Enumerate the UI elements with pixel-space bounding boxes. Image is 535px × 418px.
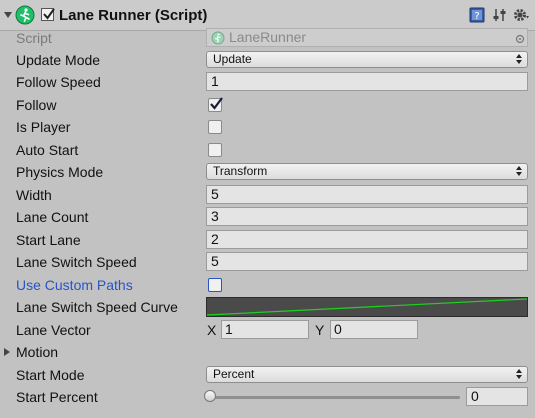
gear-icon[interactable] xyxy=(512,6,530,24)
start-lane-label[interactable]: Start Lane xyxy=(16,232,81,248)
row-width: Width 5 xyxy=(0,184,535,206)
curve-line xyxy=(207,298,527,316)
follow-speed-input[interactable]: 1 xyxy=(206,72,528,91)
dropdown-arrows-icon xyxy=(516,166,522,176)
lane-count-input[interactable]: 3 xyxy=(206,207,528,226)
start-percent-slider-track[interactable] xyxy=(210,396,460,399)
physics-mode-value: Transform xyxy=(213,164,268,178)
follow-speed-label[interactable]: Follow Speed xyxy=(16,74,101,90)
help-book-icon[interactable]: ? xyxy=(468,6,486,24)
is-player-label: Is Player xyxy=(16,119,71,135)
start-percent-label: Start Percent xyxy=(16,389,98,405)
curve-preview xyxy=(207,298,527,316)
width-label[interactable]: Width xyxy=(16,187,52,203)
script-asset-icon xyxy=(211,31,225,45)
foldout-collapsed-icon[interactable] xyxy=(4,348,10,356)
component-title: Lane Runner (Script) xyxy=(59,7,208,24)
lane-runner-script-icon xyxy=(15,5,35,25)
row-motion[interactable]: Motion xyxy=(0,341,535,363)
dropdown-arrows-icon xyxy=(516,54,522,64)
physics-mode-dropdown[interactable]: Transform xyxy=(206,163,528,180)
row-auto-start: Auto Start xyxy=(0,139,535,161)
foldout-expanded-icon[interactable] xyxy=(4,12,12,18)
row-start-mode: Start Mode Percent xyxy=(0,364,535,386)
width-input[interactable]: 5 xyxy=(206,185,528,204)
update-mode-dropdown[interactable]: Update xyxy=(206,51,528,68)
row-use-custom-paths: Use Custom Paths xyxy=(0,274,535,296)
script-object-value: LaneRunner xyxy=(229,29,307,45)
update-mode-label: Update Mode xyxy=(16,52,101,68)
row-lane-switch-speed-curve: Lane Switch Speed Curve xyxy=(0,296,535,318)
script-object-field: LaneRunner xyxy=(206,28,528,47)
row-is-player: Is Player xyxy=(0,116,535,138)
row-follow-speed: Follow Speed 1 xyxy=(0,71,535,93)
motion-foldout-label[interactable]: Motion xyxy=(16,344,58,360)
checkmark-icon xyxy=(210,97,223,110)
lane-vector-y-label[interactable]: Y xyxy=(315,322,324,338)
component-enabled-checkbox[interactable] xyxy=(41,8,55,21)
row-update-mode: Update Mode Update xyxy=(0,49,535,71)
start-mode-value: Percent xyxy=(213,367,255,381)
row-lane-switch-speed: Lane Switch Speed 5 xyxy=(0,251,535,273)
auto-start-label: Auto Start xyxy=(16,142,79,158)
lane-vector-x-label[interactable]: X xyxy=(207,322,216,338)
dropdown-arrows-icon xyxy=(516,369,522,379)
checkmark-icon xyxy=(43,8,55,20)
row-follow: Follow xyxy=(0,94,535,116)
row-physics-mode: Physics Mode Transform xyxy=(0,161,535,183)
lane-switch-speed-curve-field[interactable] xyxy=(206,297,528,317)
follow-checkbox[interactable] xyxy=(208,97,223,112)
start-mode-dropdown[interactable]: Percent xyxy=(206,366,528,383)
start-percent-input[interactable]: 0 xyxy=(466,387,528,406)
object-picker-icon[interactable] xyxy=(515,34,525,44)
row-lane-vector: Lane Vector X 1 Y 0 xyxy=(0,319,535,341)
lane-vector-y-input[interactable]: 0 xyxy=(330,320,418,339)
svg-text:?: ? xyxy=(474,11,479,22)
update-mode-value: Update xyxy=(213,52,252,66)
start-mode-label: Start Mode xyxy=(16,367,85,383)
is-player-checkbox[interactable] xyxy=(208,120,222,134)
start-percent-slider-thumb[interactable] xyxy=(204,390,216,402)
use-custom-paths-label: Use Custom Paths xyxy=(16,277,133,293)
script-label: Script xyxy=(16,30,52,46)
lane-vector-label: Lane Vector xyxy=(16,322,91,338)
row-start-lane: Start Lane 2 xyxy=(0,229,535,251)
use-custom-paths-checkbox[interactable] xyxy=(208,278,222,292)
follow-label: Follow xyxy=(16,97,57,113)
start-lane-input[interactable]: 2 xyxy=(206,230,528,249)
row-script: Script LaneRunner xyxy=(0,27,535,49)
lane-count-label[interactable]: Lane Count xyxy=(16,209,88,225)
physics-mode-label: Physics Mode xyxy=(16,164,104,180)
lane-switch-speed-label[interactable]: Lane Switch Speed xyxy=(16,254,137,270)
row-lane-count: Lane Count 3 xyxy=(0,206,535,228)
auto-start-checkbox[interactable] xyxy=(208,143,222,157)
lane-switch-speed-curve-label: Lane Switch Speed Curve xyxy=(16,299,178,315)
lane-vector-x-input[interactable]: 1 xyxy=(221,320,309,339)
presets-sliders-icon[interactable] xyxy=(491,6,509,24)
row-start-percent: Start Percent 0 xyxy=(0,386,535,408)
lane-switch-speed-input[interactable]: 5 xyxy=(206,252,528,271)
